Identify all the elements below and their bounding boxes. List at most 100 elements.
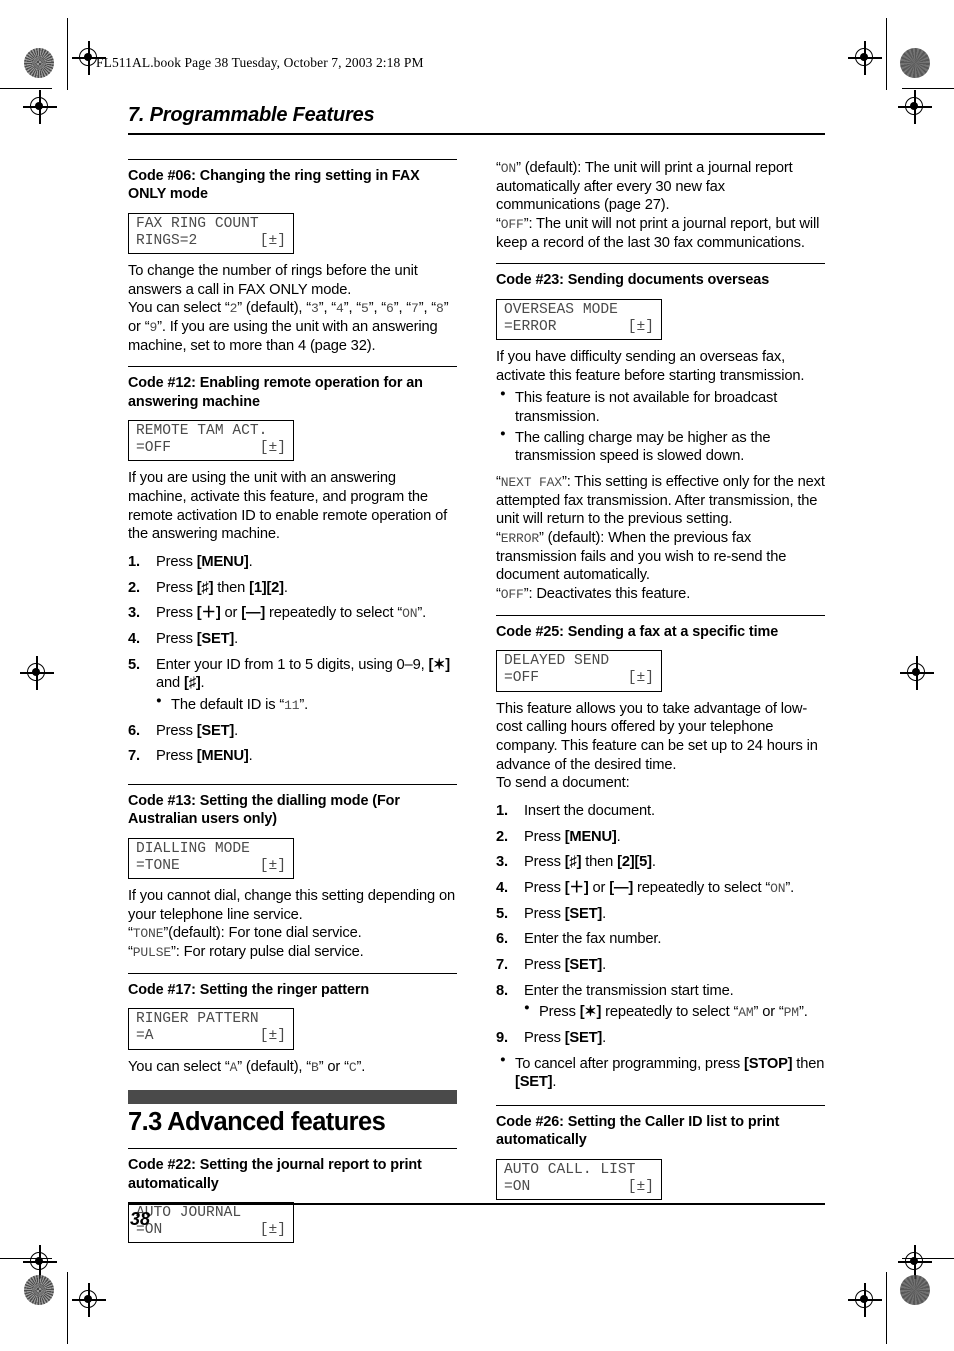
key-label: [♯] — [564, 854, 582, 871]
key-label: [2][5] — [617, 854, 652, 871]
lcd-value-inline: ON — [500, 161, 517, 176]
section-rule — [496, 1104, 825, 1106]
crop-line-bottom-right-vertical — [886, 1272, 888, 1344]
key-label: [＋] — [196, 605, 221, 622]
lcd-value: =OFF — [136, 440, 172, 457]
lcd-value: =ERROR — [504, 318, 557, 335]
step-number: 3. — [496, 854, 508, 871]
section-heading-code-23: Code #23: Sending documents overseas — [496, 272, 770, 289]
step-item: 2. Press [♯] then [1][2]. — [128, 579, 288, 596]
section-code-12: Code #12: Enabling remote operation for … — [128, 366, 457, 766]
key-label: [SET] — [564, 1029, 603, 1046]
paragraph-code-25-intro: This feature allows you to take advantag… — [496, 700, 818, 773]
step-item: 4. Press [SET]. — [128, 631, 239, 648]
sub-bullet-item: Press [✶] repeatedly to select “AM” or “… — [524, 1002, 825, 1022]
lcd-line-1: OVERSEAS MODE — [504, 301, 618, 318]
step-item: 7. Press [SET]. — [496, 956, 607, 973]
step-number: 3. — [128, 605, 140, 622]
lcd-line-1: FAX RING COUNT — [136, 215, 259, 232]
step-item: 8.Enter the transmission start time. Pre… — [496, 982, 825, 1022]
lcd-line-1: AUTO JOURNAL — [136, 1205, 242, 1222]
paragraph-code-06-options: You can select “2” (default), “3”, “4”, … — [128, 300, 449, 354]
key-label: [SET] — [564, 956, 603, 973]
lcd-value-inline: NEXT FAX — [500, 475, 562, 491]
lcd-plusminus-indicator: [±] — [627, 318, 654, 335]
key-label: [—] — [241, 605, 266, 622]
lcd-value-inline: 8 — [436, 301, 444, 317]
lcd-plusminus-indicator: [±] — [627, 670, 654, 687]
step-number: 6. — [128, 722, 140, 739]
section-code-25: Code #25: Sending a fax at a specific ti… — [496, 614, 825, 1092]
lcd-line-2: =ON [±] — [136, 1222, 286, 1239]
section-heading-code-26: Code #26: Setting the Caller ID list to … — [496, 1113, 780, 1149]
lcd-line-2: =OFF [±] — [504, 670, 654, 687]
lcd-line-2: =TONE [±] — [136, 858, 286, 875]
section-code-22: Code #22: Setting the journal report to … — [128, 1148, 457, 1251]
step-number: 4. — [496, 879, 508, 896]
key-label: [SET] — [515, 1074, 553, 1091]
steps-list-code-25: 1. Insert the document. 2. Press [MENU]. 3… — [496, 802, 825, 1048]
halftone-dot-top-right — [900, 48, 930, 78]
bullet-list-code-25-note: To cancel after programming, press [STOP… — [496, 1054, 825, 1092]
lcd-line-2: =ON [±] — [504, 1179, 654, 1196]
bullet-item: To cancel after programming, press [STOP… — [496, 1054, 825, 1092]
section-rule — [128, 366, 457, 368]
crop-line-top-right-vertical — [886, 18, 888, 90]
lcd-line-1: REMOTE TAM ACT. — [136, 422, 268, 439]
step-number: 8. — [496, 982, 508, 999]
paragraph-code-13-intro: If you cannot dial, change this setting … — [128, 888, 455, 923]
sub-bullet-list: Press [✶] repeatedly to select “AM” or “… — [524, 1002, 825, 1022]
step-item: 5. Enter your ID from 1 to 5 digits, usin… — [128, 656, 457, 715]
two-column-layout: Code #06: Changing the ring setting in F… — [128, 159, 825, 1251]
bullet-item: The calling charge may be higher as the … — [496, 428, 825, 466]
paragraph-code-13-option-tone: “TONE”(default): For tone dial service. — [128, 925, 362, 942]
step-item: 2. Press [MENU]. — [496, 828, 621, 845]
key-label: [SET] — [196, 722, 235, 739]
section-rule — [496, 263, 825, 265]
lcd-value: =A — [136, 1028, 154, 1045]
crop-line-top-left-vertical — [67, 18, 69, 90]
lcd-value: =ON — [504, 1178, 531, 1195]
paragraph-code-17-options: You can select “A” (default), “B” or “C”… — [128, 1058, 366, 1075]
paragraph-code-22-option-on: “ON” (default): The unit will print a jo… — [496, 160, 793, 214]
step-number: 2. — [128, 579, 140, 596]
step-item: 1. Press [MENU]. — [128, 554, 253, 571]
page-number: 38 — [130, 1209, 151, 1229]
paragraph-code-23-option-error: “ERROR” (default): When the previous fax… — [496, 530, 787, 584]
header-rule — [128, 133, 825, 135]
lcd-value-inline: 7 — [411, 301, 419, 317]
lcd-line-2: =A [±] — [136, 1028, 286, 1045]
chapter-title: 7. Programmable Features — [128, 104, 375, 126]
step-number: 7. — [128, 748, 140, 765]
registration-mark-top-right — [848, 41, 882, 75]
key-label: [♯] — [196, 579, 214, 596]
lcd-value-inline: ERROR — [500, 531, 540, 547]
section-code-06: Code #06: Changing the ring setting in F… — [128, 159, 457, 355]
paragraph-code-12-intro: If you are using the unit with an answer… — [128, 470, 448, 543]
key-label: [SET] — [196, 631, 235, 648]
bullet-item: This feature is not available for broadc… — [496, 388, 825, 426]
lcd-line-2: RINGS=2 [±] — [136, 233, 286, 250]
registration-mark-middle-right — [900, 656, 934, 690]
right-column: “ON” (default): The unit will print a jo… — [496, 159, 825, 1251]
registration-mark-top-left-outer — [23, 90, 57, 124]
step-item: 9. Press [SET]. — [496, 1029, 607, 1046]
lcd-display-remote-tam-act: REMOTE TAM ACT. =OFF [±] — [128, 419, 294, 462]
step-number: 6. — [496, 931, 508, 948]
lcd-display-overseas-mode: OVERSEAS MODE =ERROR [±] — [496, 298, 662, 341]
section-rule — [496, 614, 825, 616]
lcd-plusminus-indicator: [±] — [259, 1222, 286, 1239]
lcd-value: =OFF — [504, 670, 540, 687]
paragraph-code-23-option-next-fax: “NEXT FAX”: This setting is effective on… — [496, 474, 825, 528]
section-rule — [128, 159, 457, 160]
lcd-value-inline: 6 — [386, 301, 394, 317]
paragraph-code-13-option-pulse: “PULSE”: For rotary pulse dial service. — [128, 944, 364, 961]
section-heading-code-12: Code #12: Enabling remote operation for … — [128, 375, 423, 410]
key-label: [＋] — [564, 879, 589, 896]
lcd-line-2: =OFF [±] — [136, 440, 286, 457]
lcd-display-fax-ring-count: FAX RING COUNT RINGS=2 [±] — [128, 212, 294, 254]
registration-mark-bottom-right — [848, 1283, 882, 1317]
footer-rule — [128, 1203, 825, 1205]
bullet-list-code-23: This feature is not available for broadc… — [496, 388, 825, 466]
halftone-dot-bottom-left — [24, 1275, 54, 1305]
